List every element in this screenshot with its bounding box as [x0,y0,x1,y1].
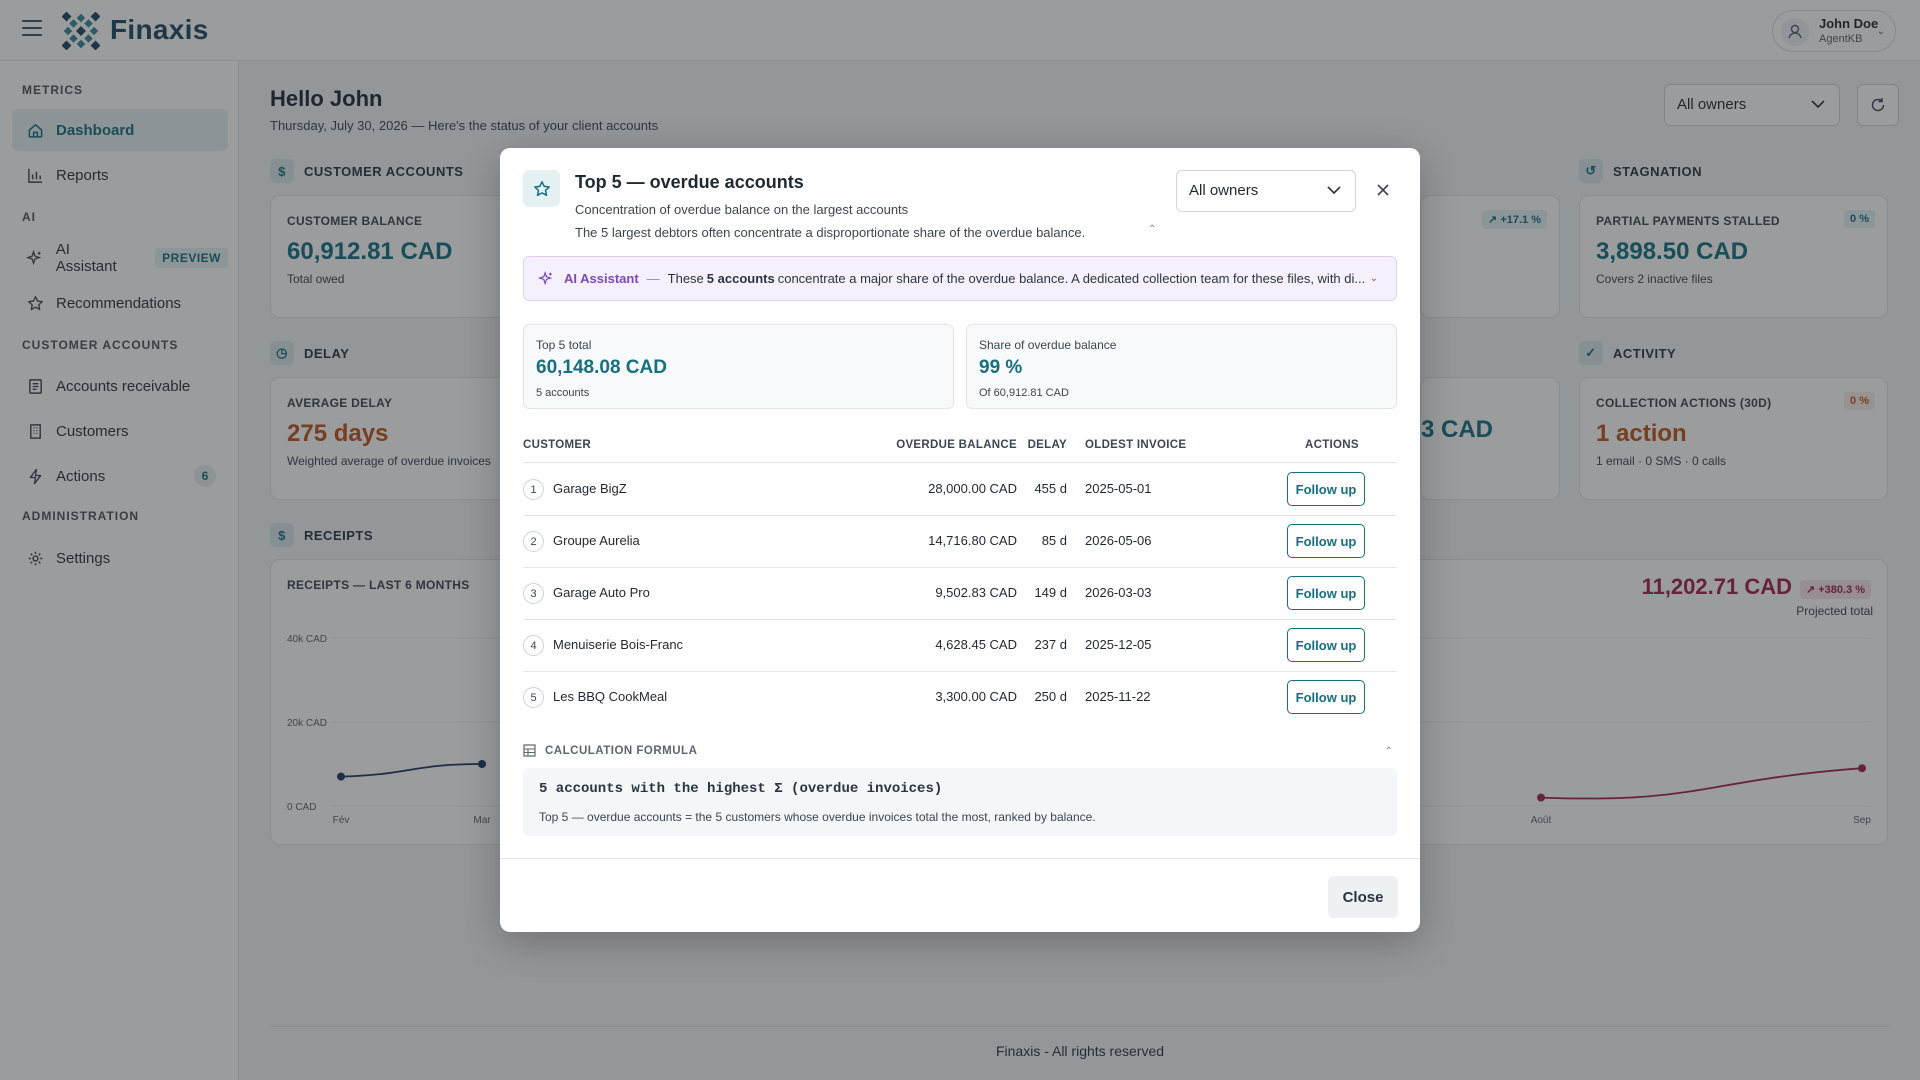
oldest-invoice-date: 2025-05-01 [1085,481,1152,496]
rank-badge: 5 [523,687,544,708]
table-row: 1 Garage BigZ 28,000.00 CAD 455 d 2025-0… [523,463,1397,515]
overdue-balance: 14,716.80 CAD [928,533,1017,548]
overdue-balance: 3,300.00 CAD [935,689,1017,704]
modal-description: The 5 largest debtors often concentrate … [575,225,1086,240]
customer-name: Les BBQ CookMeal [553,689,668,704]
formula-description: Top 5 — overdue accounts = the 5 custome… [539,810,1096,824]
formula-code: 5 accounts with the highest Σ (overdue i… [539,781,943,797]
chevron-up-icon[interactable]: ⌃ [1148,224,1156,235]
column-header-customer[interactable]: CUSTOMER [523,439,591,451]
rank-badge: 1 [523,479,544,500]
customer-name: Groupe Aurelia [553,533,640,548]
chevron-down-icon [1327,186,1341,195]
table-row: 3 Garage Auto Pro 9,502.83 CAD 149 d 202… [523,567,1397,619]
top5-overdue-modal: Top 5 — overdue accounts Concentration o… [500,148,1420,932]
top5-total-stat: Top 5 total 60,148.08 CAD 5 accounts [523,324,954,409]
follow-up-button[interactable]: Follow up [1287,628,1365,662]
table-row: 5 Les BBQ CookMeal 3,300.00 CAD 250 d 20… [523,671,1397,723]
ai-text-strong: 5 accounts [706,271,775,286]
oldest-invoice-date: 2026-05-06 [1085,533,1152,548]
oldest-invoice-date: 2026-03-03 [1085,585,1152,600]
ai-label: AI Assistant [564,271,639,286]
overdue-balance: 9,502.83 CAD [935,585,1017,600]
delay-days: 455 d [1034,481,1067,496]
table-row: 4 Menuiserie Bois-Franc 4,628.45 CAD 237… [523,619,1397,671]
table-row: 2 Groupe Aurelia 14,716.80 CAD 85 d 2026… [523,515,1397,567]
column-header-overdue-balance[interactable]: OVERDUE BALANCE [896,439,1017,451]
modal-owner-filter-value: All owners [1189,182,1259,199]
delay-days: 237 d [1034,637,1067,652]
modal-title: Top 5 — overdue accounts [575,172,804,192]
rank-badge: 2 [523,531,544,552]
overdue-balance: 28,000.00 CAD [928,481,1017,496]
formula-label: CALCULATION FORMULA [545,744,698,757]
modal-subtitle: Concentration of overdue balance on the … [575,202,909,217]
column-header-oldest-invoice[interactable]: OLDEST INVOICE [1085,439,1186,451]
overdue-balance: 4,628.45 CAD [935,637,1017,652]
ai-dash: — [646,271,660,286]
table-icon [523,744,536,757]
column-header-actions: ACTIONS [1305,439,1359,451]
customer-name: Garage Auto Pro [553,585,650,600]
ai-insight-banner[interactable]: AI Assistant — These 5 accounts concentr… [523,256,1397,301]
column-header-delay[interactable]: DELAY [1028,439,1067,451]
follow-up-button[interactable]: Follow up [1287,576,1365,610]
formula-section-toggle[interactable]: CALCULATION FORMULA [523,744,697,757]
ai-text-after: concentrate a major share of the overdue… [777,271,1366,286]
chevron-up-icon[interactable]: ⌃ [1385,746,1393,757]
chevron-down-icon: ⌄ [1369,273,1378,284]
close-button[interactable]: Close [1328,876,1398,918]
sparkles-icon [538,270,553,285]
customer-name: Menuiserie Bois-Franc [553,637,684,652]
oldest-invoice-date: 2025-11-22 [1085,689,1151,704]
formula-box: 5 accounts with the highest Σ (overdue i… [523,768,1397,836]
delay-days: 149 d [1034,585,1067,600]
ai-text-before: These [667,271,704,286]
oldest-invoice-date: 2025-12-05 [1085,637,1152,652]
close-icon[interactable] [1371,178,1395,202]
follow-up-button[interactable]: Follow up [1287,680,1365,714]
rank-badge: 4 [523,635,544,656]
star-icon [523,170,560,207]
modal-owner-filter-select[interactable]: All owners [1176,170,1356,212]
overdue-share-stat: Share of overdue balance 99 % Of 60,912.… [966,324,1397,409]
customer-name: Garage BigZ [553,481,627,496]
modal-footer-divider [500,858,1420,859]
follow-up-button[interactable]: Follow up [1287,524,1365,558]
follow-up-button[interactable]: Follow up [1287,472,1365,506]
delay-days: 250 d [1034,689,1067,704]
delay-days: 85 d [1041,533,1067,548]
rank-badge: 3 [523,583,544,604]
